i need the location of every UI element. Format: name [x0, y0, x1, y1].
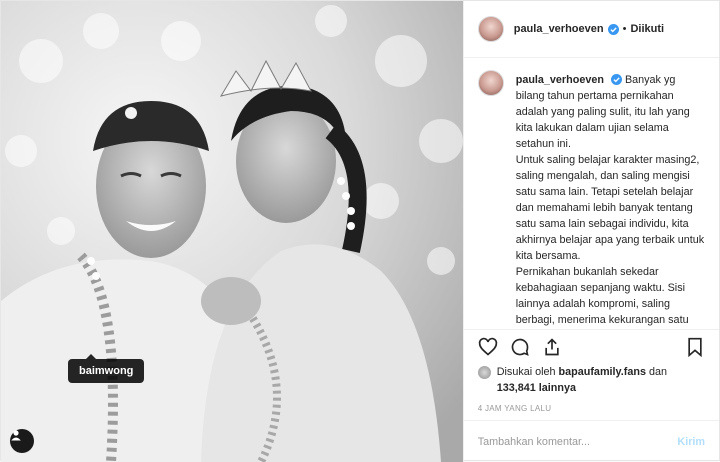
comment-button[interactable]	[508, 335, 532, 359]
instagram-post: baimwong paula_verhoeven • Diikuti paula…	[0, 0, 720, 462]
post-timestamp[interactable]: 4 JAM YANG LALU	[464, 396, 719, 413]
verified-badge-icon	[607, 23, 619, 35]
action-bar	[464, 330, 719, 364]
comment-input[interactable]	[477, 435, 678, 448]
caption-area[interactable]: paula_verhoeven Banyak yg bilang tahun p…	[463, 58, 719, 330]
likes-count[interactable]: 133,841	[497, 382, 536, 394]
post-header: paula_verhoeven • Diikuti	[463, 1, 719, 58]
bookmark-icon	[688, 337, 702, 357]
save-button[interactable]	[683, 335, 707, 359]
verified-badge-icon	[610, 74, 622, 85]
caption-paragraph-3: Pernikahan bukanlah sekedar kebahagiaan …	[515, 266, 689, 326]
caption-author-avatar[interactable]	[477, 70, 504, 96]
caption-paragraph-2: Untuk saling belajar karakter masing2, s…	[515, 154, 705, 262]
likes-summary: Disukai oleh bapaufamily.fans dan 133,84…	[464, 364, 719, 396]
show-tags-button[interactable]	[10, 429, 34, 453]
post-comment-button[interactable]: Kirim	[677, 436, 705, 448]
liker-avatar[interactable]	[477, 366, 491, 379]
likes-text: Disukai oleh bapaufamily.fans dan 133,84…	[497, 364, 667, 396]
follow-status-button[interactable]: Diikuti	[630, 23, 664, 35]
like-button[interactable]	[476, 335, 500, 359]
liker-username[interactable]: bapaufamily.fans	[559, 366, 646, 378]
likes-prefix: Disukai oleh	[496, 366, 556, 378]
post-side-panel: paula_verhoeven • Diikuti paula_verhoeve…	[462, 1, 719, 462]
user-icon	[11, 430, 21, 441]
heart-icon	[478, 337, 497, 356]
caption-row: paula_verhoeven Banyak yg bilang tahun p…	[477, 70, 705, 329]
share-icon	[545, 338, 559, 356]
wedding-photo-illustration	[1, 1, 463, 462]
author-avatar[interactable]	[477, 16, 504, 42]
user-tag-label[interactable]: baimwong	[68, 354, 145, 383]
caption-author-username[interactable]: paula_verhoeven	[516, 74, 604, 86]
comment-icon	[511, 338, 529, 356]
header-separator: •	[622, 23, 627, 35]
share-button[interactable]	[540, 335, 564, 359]
comment-form: Kirim	[463, 420, 719, 462]
post-photo[interactable]: baimwong	[1, 1, 463, 462]
likes-middle: dan	[648, 366, 667, 378]
author-username[interactable]: paula_verhoeven	[514, 23, 604, 35]
likes-suffix[interactable]: lainnya	[539, 382, 576, 394]
caption-text: paula_verhoeven Banyak yg bilang tahun p…	[515, 72, 705, 329]
